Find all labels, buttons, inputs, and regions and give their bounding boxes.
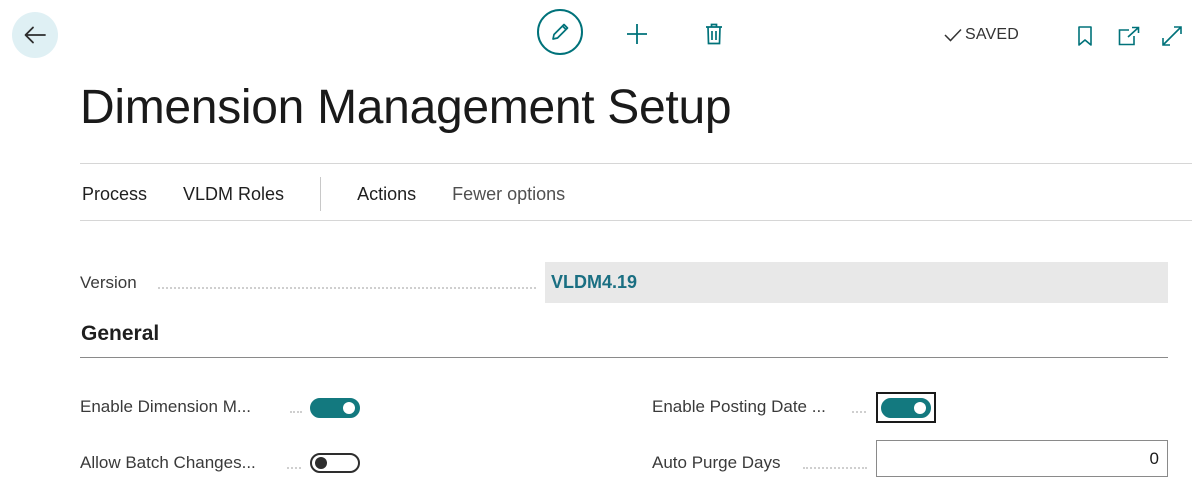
nav-fewer-options[interactable]: Fewer options [452,184,565,205]
dotted-leader [287,467,301,469]
new-button[interactable] [622,17,652,51]
nav-separator [320,177,322,211]
dotted-leader [852,411,866,413]
edit-button[interactable] [537,9,583,55]
nav-process[interactable]: Process [82,184,147,205]
divider [80,220,1192,221]
enable-posting-date-toggle[interactable] [881,398,931,418]
section-title-general: General [81,322,160,345]
allow-batch-changes-label: Allow Batch Changes... [80,453,256,472]
auto-purge-days-input[interactable]: 0 [876,440,1168,477]
version-label: Version [80,273,137,292]
nav-actions[interactable]: Actions [357,184,416,205]
bookmark-icon [1078,26,1092,46]
checkmark-icon [944,28,962,42]
toggle-knob [343,402,355,414]
plus-icon [627,24,647,44]
nav-vldm-roles[interactable]: VLDM Roles [183,184,284,205]
page-title: Dimension Management Setup [80,81,732,134]
bookmark-button[interactable] [1074,21,1096,51]
dotted-leader [158,287,536,289]
enable-posting-date-label: Enable Posting Date ... [652,397,826,416]
divider [80,163,1192,164]
section-divider [80,357,1168,358]
toggle-knob [315,457,327,469]
enable-dimension-label: Enable Dimension M... [80,397,252,416]
allow-batch-changes-toggle[interactable] [310,453,360,473]
saved-status: SAVED [944,24,1019,46]
open-new-window-button[interactable] [1116,21,1142,51]
toggle-knob [914,402,926,414]
version-field: VLDM4.19 [545,262,1168,303]
action-bar: Process VLDM Roles Actions Fewer options [82,176,565,212]
back-button[interactable] [12,12,58,58]
auto-purge-days-label: Auto Purge Days [652,453,781,472]
delete-button[interactable] [700,18,728,50]
expand-icon [1162,26,1182,46]
dotted-leader [290,411,302,413]
expand-button[interactable] [1158,21,1186,51]
trash-icon [706,23,722,45]
saved-label: SAVED [965,26,1020,43]
enable-dimension-toggle[interactable] [310,398,360,418]
dotted-leader [803,467,867,469]
open-new-window-icon [1118,26,1140,46]
pencil-icon [552,23,569,40]
arrow-left-icon [24,26,46,44]
